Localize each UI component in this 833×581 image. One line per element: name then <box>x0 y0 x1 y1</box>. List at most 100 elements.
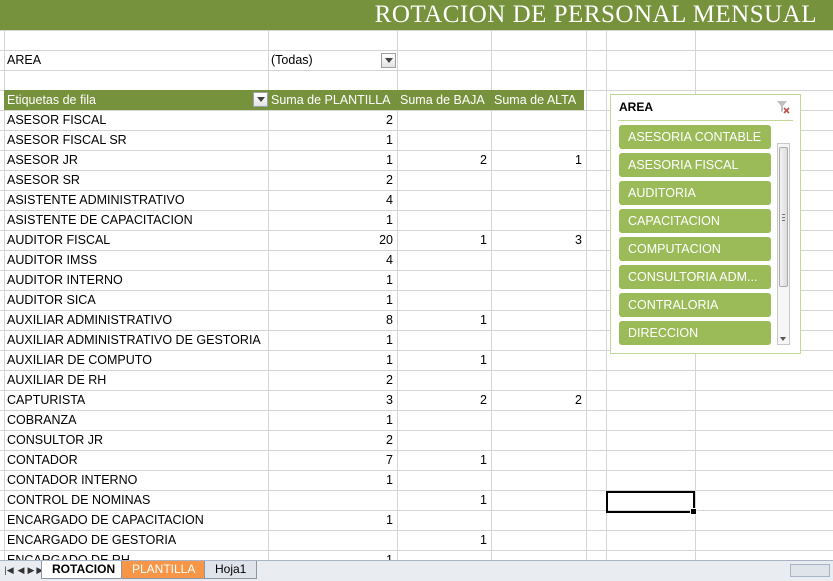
cell-label[interactable]: CAPTURISTA <box>7 390 267 410</box>
cell-label[interactable]: ENCARGADO DE CAPACITACION <box>7 510 267 530</box>
cell-plantilla[interactable]: 1 <box>268 290 397 310</box>
area-slicer[interactable]: AREA ASESORIA CONTABLE ASESORIA FISCAL AUD… <box>610 94 801 354</box>
cell-label[interactable]: AUDITOR FISCAL <box>7 230 267 250</box>
cell-label[interactable]: AUXILIAR ADMINISTRATIVO DE GESTORIA <box>7 330 267 350</box>
cell-label[interactable]: ASISTENTE ADMINISTRATIVO <box>7 190 267 210</box>
cell-baja[interactable] <box>397 250 491 270</box>
cell-plantilla[interactable]: 20 <box>268 230 397 250</box>
cell-plantilla[interactable]: 1 <box>268 410 397 430</box>
cell-plantilla[interactable]: 2 <box>268 430 397 450</box>
cell-alta[interactable] <box>491 290 586 310</box>
slicer-item[interactable]: DIRECCION <box>619 321 771 345</box>
cell-alta[interactable] <box>491 270 586 290</box>
scroll-down-icon[interactable] <box>780 337 786 341</box>
cell-alta[interactable]: 1 <box>491 150 586 170</box>
cell-alta[interactable] <box>491 550 586 560</box>
cell-baja[interactable] <box>397 430 491 450</box>
cell-label[interactable]: AUXILIAR DE COMPUTO <box>7 350 267 370</box>
cell-baja[interactable] <box>397 330 491 350</box>
cell-label[interactable]: CONTROL DE NOMINAS <box>7 490 267 510</box>
cell-plantilla[interactable] <box>268 530 397 550</box>
cell-baja[interactable] <box>397 210 491 230</box>
cell-label[interactable]: ASESOR SR <box>7 170 267 190</box>
row-labels-filter-button[interactable] <box>253 92 268 107</box>
cell-alta[interactable] <box>491 470 586 490</box>
cell-baja[interactable]: 1 <box>397 530 491 550</box>
cell-alta[interactable] <box>491 250 586 270</box>
cell-plantilla[interactable]: 1 <box>268 210 397 230</box>
cell-baja[interactable]: 2 <box>397 150 491 170</box>
slicer-item[interactable]: COMPUTACION <box>619 237 771 261</box>
sheet-tab[interactable]: PLANTILLA <box>121 561 207 579</box>
cell-label[interactable]: COBRANZA <box>7 410 267 430</box>
sheet-tab[interactable]: Hoja1 <box>204 561 258 579</box>
horizontal-scrollbar[interactable] <box>790 564 830 577</box>
cell-alta[interactable] <box>491 210 586 230</box>
cell-alta[interactable] <box>491 110 586 130</box>
cell-plantilla[interactable]: 4 <box>268 190 397 210</box>
cell-label[interactable]: AUDITOR IMSS <box>7 250 267 270</box>
cell-baja[interactable]: 1 <box>397 450 491 470</box>
slicer-item[interactable]: ASESORIA CONTABLE <box>619 125 771 149</box>
cell-label[interactable]: AUXILIAR ADMINISTRATIVO <box>7 310 267 330</box>
cell-alta[interactable] <box>491 190 586 210</box>
cell-label[interactable]: CONTADOR <box>7 450 267 470</box>
cell-alta[interactable] <box>491 430 586 450</box>
cell-plantilla[interactable]: 1 <box>268 270 397 290</box>
cell-alta[interactable] <box>491 170 586 190</box>
cell-baja[interactable]: 1 <box>397 310 491 330</box>
cell-baja[interactable] <box>397 270 491 290</box>
slicer-item[interactable]: CAPACITACION <box>619 209 771 233</box>
slicer-item[interactable]: CONTRALORIA <box>619 293 771 317</box>
slicer-scroll-thumb[interactable] <box>779 147 788 287</box>
cell-baja[interactable]: 2 <box>397 390 491 410</box>
cell-label[interactable]: AUDITOR SICA <box>7 290 267 310</box>
cell-label[interactable]: ASESOR FISCAL <box>7 110 267 130</box>
cell-baja[interactable] <box>397 370 491 390</box>
cell-alta[interactable] <box>491 310 586 330</box>
filter-value[interactable]: (Todas) <box>271 50 313 70</box>
cell-alta[interactable] <box>491 370 586 390</box>
cell-baja[interactable] <box>397 170 491 190</box>
cell-baja[interactable]: 1 <box>397 490 491 510</box>
cell-alta[interactable] <box>491 530 586 550</box>
prev-sheet-icon[interactable]: ◀ <box>16 564 26 577</box>
cell-plantilla[interactable] <box>268 490 397 510</box>
cell-baja[interactable] <box>397 290 491 310</box>
cell-alta[interactable] <box>491 350 586 370</box>
cell-baja[interactable]: 1 <box>397 230 491 250</box>
cell-plantilla[interactable]: 2 <box>268 170 397 190</box>
clear-filter-icon[interactable] <box>776 100 790 114</box>
cell-label[interactable]: AUDITOR INTERNO <box>7 270 267 290</box>
cell-label[interactable]: CONTADOR INTERNO <box>7 470 267 490</box>
selected-cell[interactable] <box>606 491 697 515</box>
next-sheet-icon[interactable]: ▶ <box>26 564 36 577</box>
cell-plantilla[interactable]: 4 <box>268 250 397 270</box>
filter-dropdown-button[interactable] <box>381 53 396 68</box>
cell-alta[interactable] <box>491 410 586 430</box>
fill-handle[interactable] <box>690 508 697 515</box>
cell-label[interactable]: ENCARGADO DE GESTORIA <box>7 530 267 550</box>
slicer-item[interactable]: AUDITORIA <box>619 181 771 205</box>
cell-baja[interactable] <box>397 190 491 210</box>
first-sheet-icon[interactable]: |◀ <box>4 564 14 577</box>
cell-plantilla[interactable]: 1 <box>268 550 397 560</box>
cell-alta[interactable] <box>491 450 586 470</box>
cell-plantilla[interactable]: 1 <box>268 510 397 530</box>
cell-alta[interactable]: 2 <box>491 390 586 410</box>
slicer-item[interactable]: CONSULTORIA ADM... <box>619 265 771 289</box>
slicer-scrollbar[interactable] <box>777 143 790 345</box>
cell-plantilla[interactable]: 3 <box>268 390 397 410</box>
cell-label[interactable]: ASISTENTE DE CAPACITACION <box>7 210 267 230</box>
cell-label[interactable]: CONSULTOR JR <box>7 430 267 450</box>
cell-plantilla[interactable]: 8 <box>268 310 397 330</box>
cell-plantilla[interactable]: 1 <box>268 330 397 350</box>
cell-alta[interactable] <box>491 510 586 530</box>
cell-label[interactable]: ENCARGADO DE RH <box>7 550 267 560</box>
cell-label[interactable]: ASESOR FISCAL SR <box>7 130 267 150</box>
cell-label[interactable]: AUXILIAR DE RH <box>7 370 267 390</box>
cell-plantilla[interactable]: 1 <box>268 150 397 170</box>
cell-alta[interactable] <box>491 130 586 150</box>
cell-plantilla[interactable]: 2 <box>268 110 397 130</box>
cell-baja[interactable] <box>397 470 491 490</box>
